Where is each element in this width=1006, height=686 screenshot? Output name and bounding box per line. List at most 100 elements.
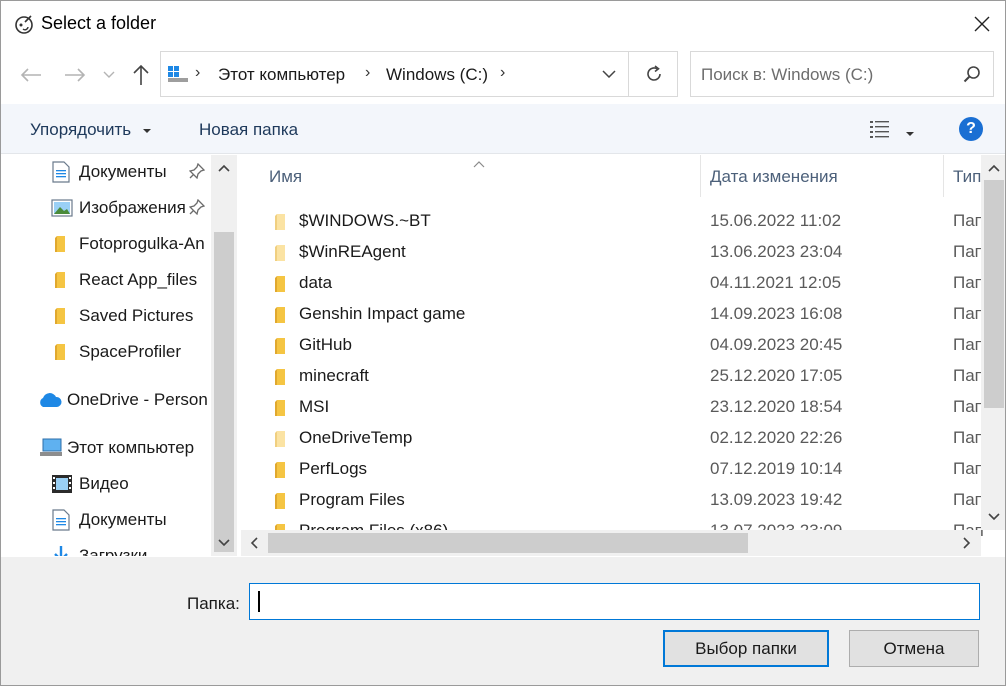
scroll-down-icon[interactable] [214,533,234,553]
nav-item-documents[interactable]: Документы [51,505,167,535]
file-row[interactable]: MSI 23.12.2020 18:54 Пап [241,391,984,423]
scroll-down-icon[interactable] [984,507,1004,527]
caret-down-icon [906,132,914,136]
folder-icon [271,212,291,237]
view-options-button[interactable] [869,119,891,144]
folder-icon [271,336,291,361]
cancel-button[interactable]: Отмена [849,630,979,667]
title-bar: Select a folder [1,1,1005,47]
file-date-modified: 23.12.2020 18:54 [710,397,843,416]
new-folder-button[interactable]: Новая папка [199,120,298,140]
nav-item-folder[interactable]: SpaceProfiler [51,337,181,367]
navigation-pane: Документы Изображения Fotoprogulka-An Re… [1,155,237,556]
nav-item-this-pc[interactable]: Этот компьютер [39,433,194,463]
nav-item-pictures[interactable]: Изображения [51,193,186,223]
nav-item-downloads[interactable]: Загрузки [51,541,147,556]
file-row[interactable]: PerfLogs 07.12.2019 10:14 Пап [241,453,984,484]
folder-icon [271,398,291,423]
file-name: Program Files [299,490,405,509]
scroll-up-icon[interactable] [984,158,1004,178]
breadcrumb-this-pc[interactable]: Этот компьютер [218,65,345,85]
nav-item-folder[interactable]: Fotoprogulka-An [51,229,205,259]
file-row[interactable]: Program Files 13.09.2023 19:42 Пап [241,484,984,515]
column-header-row: Имя Дата изменения Тип [241,155,981,197]
file-type: Пап [953,428,984,447]
folder-dialog: Select a folder › Этот компьютер › Windo… [0,0,1006,686]
pin-icon[interactable] [188,198,206,220]
arrow-right-icon [65,68,86,82]
nav-item-label: Документы [79,510,167,529]
search-box[interactable]: Поиск в: Windows (C:) [690,51,994,97]
address-bar[interactable]: › Этот компьютер › Windows (C:) › [160,51,678,97]
file-list-vertical-scrollbar[interactable] [981,155,1005,530]
file-date-modified: 14.09.2023 16:08 [710,304,843,323]
file-type: Пап [953,366,984,385]
address-dropdown-button[interactable] [591,52,627,96]
help-icon[interactable]: ? [959,117,983,141]
document-icon [52,509,70,531]
nav-item-label: Документы [79,162,167,181]
navigation-row: › Этот компьютер › Windows (C:) › Поиск … [1,49,1005,101]
pin-icon[interactable] [188,162,206,184]
file-type: Пап [953,397,984,416]
file-name: minecraft [299,366,369,385]
breadcrumb-chevron-icon[interactable]: › [365,64,370,82]
sort-ascending-icon [473,155,485,173]
breadcrumb-drive-c[interactable]: Windows (C:) [386,65,488,85]
file-name: Genshin Impact game [299,304,466,323]
scroll-left-icon[interactable] [244,533,264,553]
nav-item-video[interactable]: Видео [51,469,129,499]
nav-scrollbar-thumb[interactable] [214,232,234,552]
scroll-up-icon[interactable] [214,158,234,178]
breadcrumb-chevron-icon[interactable]: › [195,64,200,82]
refresh-button[interactable] [628,52,678,96]
horizontal-scrollbar-thumb[interactable] [268,533,748,553]
close-button[interactable] [959,1,1005,47]
view-dropdown-button[interactable] [905,122,915,142]
file-list-horizontal-scrollbar[interactable] [241,530,981,556]
file-name: PerfLogs [299,459,368,478]
forward-button[interactable] [62,63,88,87]
nav-item-folder[interactable]: React App_files [51,265,197,295]
caret-down-icon [142,128,151,133]
select-folder-button[interactable]: Выбор папки [663,630,829,667]
column-header-name[interactable]: Имя [269,167,302,187]
column-divider[interactable] [943,155,944,197]
nav-item-label: Загрузки [79,546,148,556]
breadcrumb-chevron-icon[interactable]: › [500,64,505,82]
column-divider[interactable] [700,155,701,197]
organize-button[interactable]: Упорядочить [30,120,152,140]
video-icon [52,475,72,493]
folder-name-input[interactable] [249,583,980,620]
column-header-date[interactable]: Дата изменения [710,167,838,187]
up-button[interactable] [128,63,154,87]
nav-item-label: SpaceProfiler [79,342,182,361]
scroll-right-icon[interactable] [957,533,977,553]
search-icon[interactable] [963,65,981,88]
file-type: Пап [953,304,984,323]
folder-label: Папка: [187,594,240,613]
file-row[interactable]: data 04.11.2021 12:05 Пап [241,267,984,298]
nav-item-folder[interactable]: Saved Pictures [51,301,193,331]
nav-item-label: OneDrive - Person [67,390,208,409]
file-row[interactable]: Genshin Impact game 14.09.2023 16:08 Пап [241,298,984,329]
nav-item-documents-quick[interactable]: Документы [51,157,167,187]
text-caret [258,591,260,612]
file-row[interactable]: $WINDOWS.~BT 15.06.2022 11:02 Пап [241,205,984,237]
file-row[interactable]: GitHub 04.09.2023 20:45 Пап [241,329,984,361]
file-row[interactable]: $WinREAgent 13.06.2023 23:04 Пап [241,236,984,267]
column-header-type[interactable]: Тип [953,167,981,187]
file-row[interactable]: minecraft 25.12.2020 17:05 Пап [241,360,984,391]
chevron-down-icon [103,71,115,78]
file-row[interactable]: OneDriveTemp 02.12.2020 22:26 Пап [241,422,984,453]
folder-icon [55,236,65,252]
document-icon [52,161,70,183]
recent-locations-button[interactable] [99,63,119,87]
search-input[interactable]: Поиск в: Windows (C:) [701,65,873,85]
file-date-modified: 15.06.2022 11:02 [710,211,842,230]
onedrive-icon [40,393,62,407]
nav-item-onedrive[interactable]: OneDrive - Person [37,385,208,415]
vertical-scrollbar-thumb[interactable] [984,180,1004,408]
nav-item-label: Saved Pictures [79,306,194,325]
back-button[interactable] [18,63,44,87]
